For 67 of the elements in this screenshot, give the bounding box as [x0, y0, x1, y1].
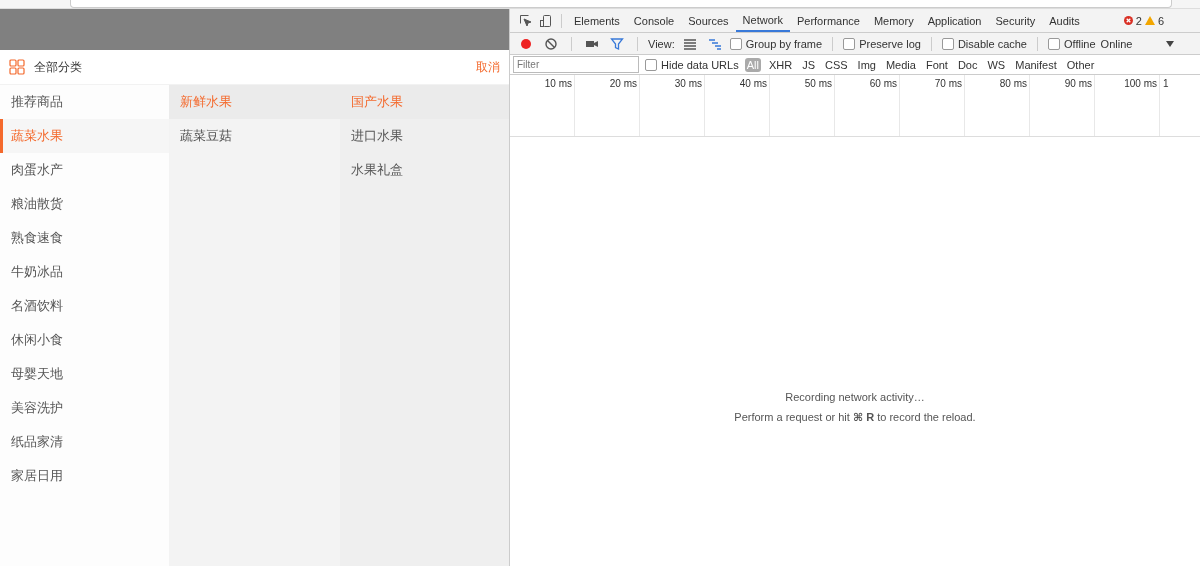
category-item[interactable]: 名酒饮料 — [0, 289, 169, 323]
record-button[interactable] — [519, 36, 533, 51]
type-filter[interactable]: WS — [985, 57, 1008, 72]
warning-count: 6 — [1157, 14, 1164, 27]
error-icon — [1123, 16, 1133, 25]
time-tick: 90 ms — [1063, 77, 1093, 89]
option-checkbox[interactable]: Disable cache — [941, 37, 1027, 50]
time-tick: 60 ms — [868, 77, 898, 89]
device-icon[interactable] — [539, 13, 553, 28]
panel-title: 全部分类 — [34, 58, 82, 76]
devtools-tab[interactable]: Performance — [789, 9, 867, 32]
filter-icon[interactable] — [610, 36, 624, 51]
filter-field[interactable]: Filter — [513, 56, 639, 73]
subcategory-item[interactable]: 蔬菜豆菇 — [169, 119, 340, 153]
type-filter[interactable]: JS — [800, 57, 817, 72]
option-checkbox[interactable]: Offline — [1048, 37, 1096, 50]
time-tick: 50 ms — [803, 77, 833, 89]
category-item[interactable]: 纸品家清 — [0, 425, 169, 459]
devtools-tab[interactable]: Security — [988, 9, 1043, 32]
time-tick: 20 ms — [608, 77, 638, 89]
throttling-select[interactable]: Online — [1100, 37, 1175, 50]
category-item[interactable]: 粮油散货 — [0, 187, 169, 221]
clear-icon[interactable] — [544, 36, 558, 51]
view-label: View: — [648, 37, 675, 50]
type-filter[interactable]: Media — [883, 57, 918, 72]
inspect-icon[interactable] — [519, 13, 533, 28]
type-filter[interactable]: Img — [855, 57, 878, 72]
hint-text: Perform a request or hit ⌘ R to record the reload. — [734, 411, 976, 424]
grid-icon — [9, 59, 25, 75]
type-filter[interactable]: XHR — [766, 57, 795, 72]
devtools-tab[interactable]: Application — [920, 9, 989, 32]
time-tick: 100 ms — [1123, 77, 1158, 89]
devtools-tab[interactable]: Memory — [866, 9, 921, 32]
devtools-tab[interactable]: Console — [626, 9, 682, 32]
hide-data-urls-checkbox[interactable]: Hide data URLs — [645, 58, 739, 71]
time-tick: 1 — [1163, 78, 1169, 89]
waterfall-icon[interactable] — [707, 36, 722, 51]
devtools-tab[interactable]: Elements — [567, 9, 627, 32]
category-item[interactable]: 推荐商品 — [0, 85, 169, 119]
time-tick: 30 ms — [673, 77, 703, 89]
category-item[interactable]: 肉蛋水产 — [0, 153, 169, 187]
subcategory-item[interactable]: 进口水果 — [340, 119, 509, 153]
devtools-tab[interactable]: Sources — [681, 9, 736, 32]
time-tick: 40 ms — [738, 77, 768, 89]
list-icon[interactable] — [682, 36, 697, 51]
category-item[interactable]: 熟食速食 — [0, 221, 169, 255]
category-item[interactable]: 休闲小食 — [0, 323, 169, 357]
time-tick: 10 ms — [543, 77, 573, 89]
subcategory-item[interactable]: 水果礼盒 — [340, 153, 509, 187]
time-tick: 70 ms — [933, 77, 963, 89]
category-item[interactable]: 牛奶冰品 — [0, 255, 169, 289]
type-filter[interactable]: Font — [923, 57, 950, 72]
option-checkbox[interactable]: Group by frame — [729, 37, 823, 50]
devtools-tab[interactable]: Audits — [1042, 9, 1087, 32]
option-checkbox[interactable]: Preserve log — [843, 37, 921, 50]
empty-message: Recording network activity… — [785, 391, 925, 403]
category-item[interactable]: 母婴天地 — [0, 357, 169, 391]
type-filter[interactable]: Manifest — [1013, 57, 1059, 72]
caret-icon — [1166, 40, 1175, 47]
type-filter[interactable]: Other — [1064, 57, 1097, 72]
type-filter[interactable]: CSS — [822, 57, 850, 72]
type-filter[interactable]: Doc — [955, 57, 980, 72]
warning-icon — [1144, 16, 1155, 25]
time-tick: 80 ms — [998, 77, 1028, 89]
category-item[interactable]: 家居日用 — [0, 459, 169, 493]
error-count: 2 — [1135, 14, 1142, 27]
category-item[interactable]: 美容洗护 — [0, 391, 169, 425]
